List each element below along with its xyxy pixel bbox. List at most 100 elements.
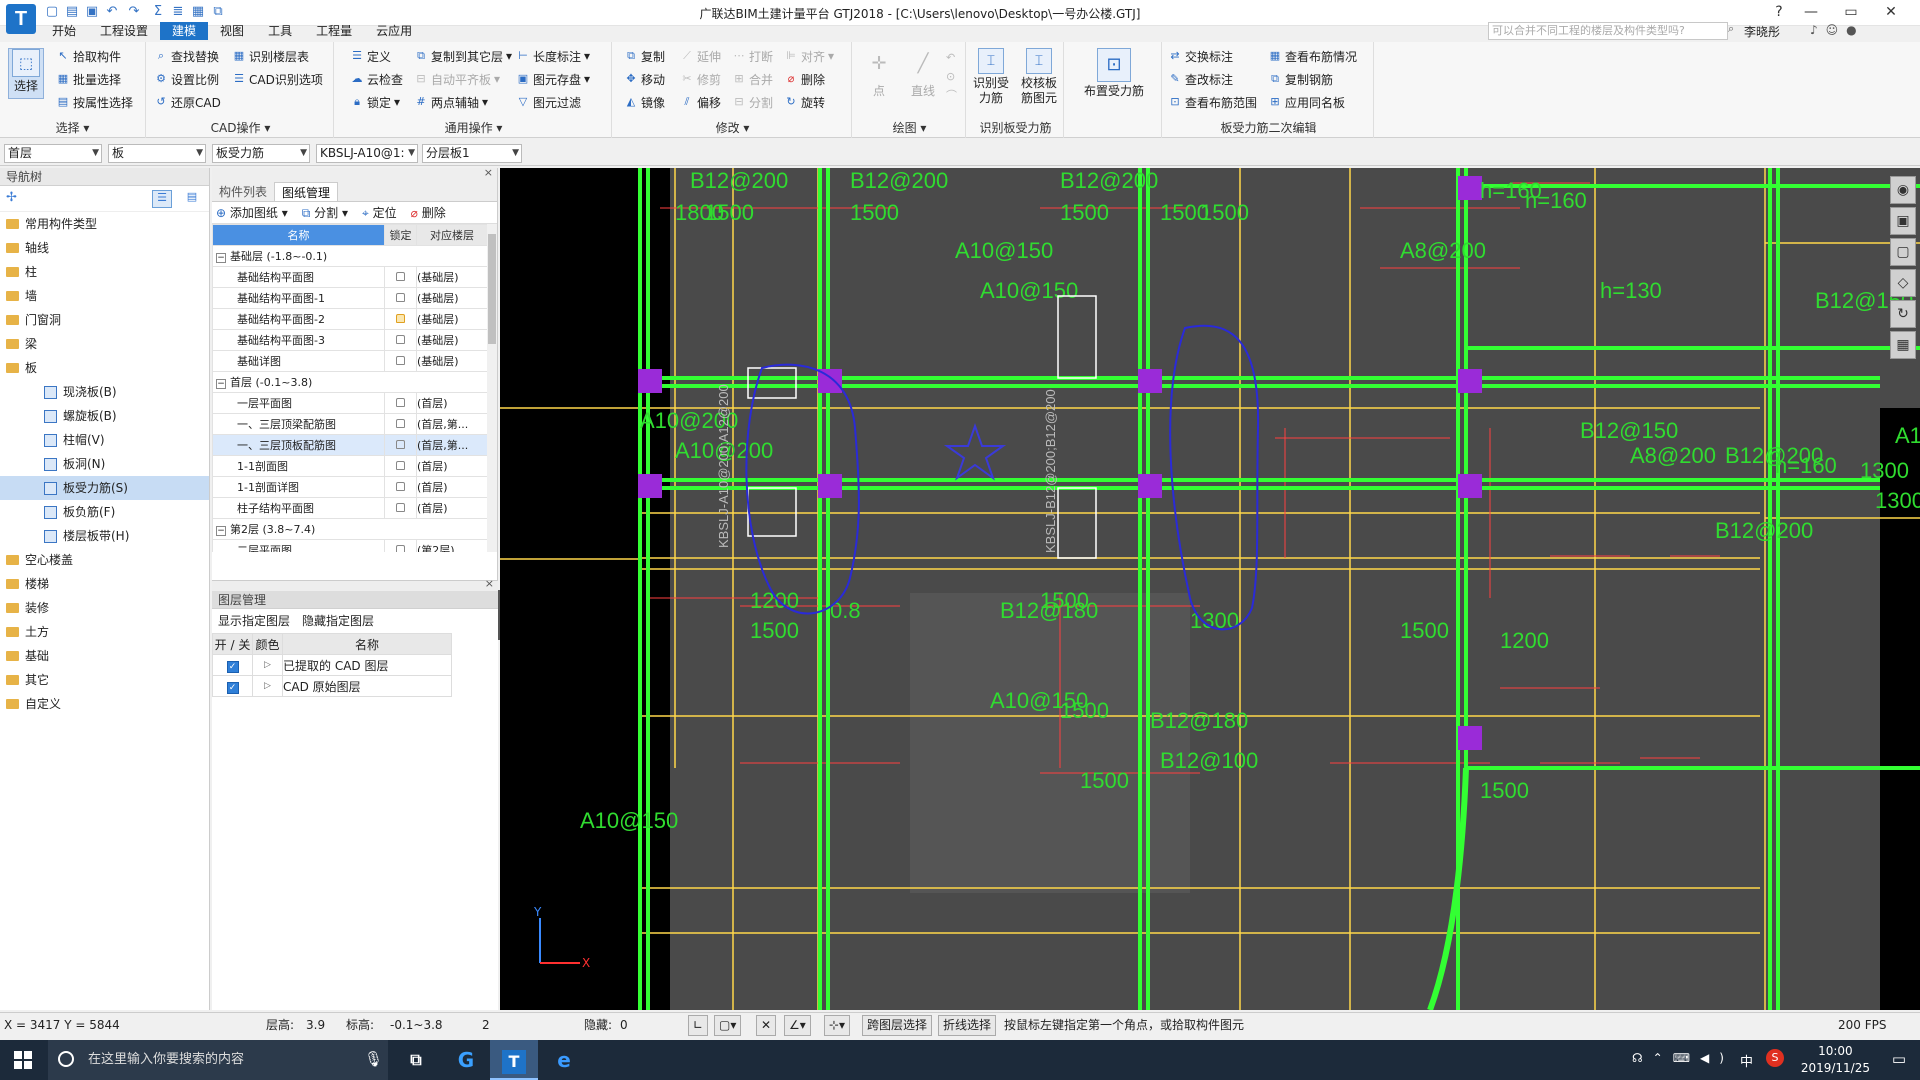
view-cube-icon[interactable]: ▣ xyxy=(1890,207,1916,235)
cloud-check-button[interactable]: ☁ 云检查 xyxy=(350,70,404,88)
sogou-icon[interactable]: S xyxy=(1766,1049,1784,1067)
col-color[interactable]: 颜色 xyxy=(252,633,283,655)
drawing-group-row[interactable]: − 首层 (-0.1~3.8) xyxy=(212,371,488,393)
edge-browser-icon[interactable]: e xyxy=(540,1040,588,1080)
view-status-button[interactable]: ▦ 查看布筋情况 xyxy=(1268,47,1357,65)
nav-folder[interactable]: 墙 xyxy=(0,284,209,308)
drawing-row[interactable]: 基础详图 (基础层) xyxy=(212,350,488,372)
length-dim-button[interactable]: ⊢ 长度标注 ▾ xyxy=(516,47,590,65)
menu-project-settings[interactable]: 工程设置 xyxy=(88,22,160,40)
locate-button[interactable]: ⌖ 定位 xyxy=(362,204,397,221)
redo-icon[interactable]: ↷ xyxy=(126,4,142,20)
notification-icons[interactable]: ♪☺● xyxy=(1810,23,1865,37)
restore-button[interactable]: ▭ xyxy=(1836,2,1866,22)
lock-icon[interactable] xyxy=(396,439,405,449)
nav-folder[interactable]: 自定义 xyxy=(0,692,209,716)
lock-icon[interactable] xyxy=(396,502,405,512)
find-replace-button[interactable]: ⌕ 查找替换 xyxy=(154,47,221,65)
collapse-icon[interactable]: − xyxy=(216,379,226,389)
nav-item[interactable]: 柱帽(V) xyxy=(0,428,209,452)
tab-drawing-management[interactable]: 图纸管理 xyxy=(274,182,339,201)
new-file-icon[interactable]: ▢ xyxy=(44,4,60,20)
floor-select[interactable]: 首层 ▼ xyxy=(4,144,102,163)
lock-icon[interactable] xyxy=(396,334,405,344)
split-drawing-button[interactable]: ⧉ 分割 ▾ xyxy=(302,204,348,221)
align-button[interactable]: ⊫ 对齐 ▾ xyxy=(784,47,834,65)
view-iso-icon[interactable]: ◇ xyxy=(1890,269,1916,297)
copy-button[interactable]: ⧉ 复制 xyxy=(624,47,665,65)
pin-icon[interactable]: ✢ xyxy=(6,190,17,205)
draw-line-button[interactable]: ╱ 直线 xyxy=(906,48,940,99)
undo-icon[interactable]: ↶ xyxy=(104,4,120,20)
menu-view[interactable]: 视图 xyxy=(208,22,256,40)
col-layer-name[interactable]: 名称 xyxy=(282,633,452,655)
show-layer-button[interactable]: 显示指定图层 xyxy=(218,609,290,633)
layers-icon[interactable]: ≣ xyxy=(170,4,186,20)
menu-cloud[interactable]: 云应用 xyxy=(364,22,424,40)
windows-start-icon[interactable] xyxy=(14,1051,32,1069)
col-lock[interactable]: 锁定 xyxy=(384,224,417,246)
drawing-row[interactable]: 一层平面图 (首层) xyxy=(212,392,488,414)
sum-icon[interactable]: Σ xyxy=(150,4,166,20)
nav-folder[interactable]: 空心楼盖 xyxy=(0,548,209,572)
view-range-button[interactable]: ⊡ 查看布筋范围 xyxy=(1168,93,1257,111)
drawing-row[interactable]: 一、三层顶梁配筋图 (首层,第... xyxy=(212,413,488,435)
help-search-input[interactable]: 可以合并不同工程的楼层及构件类型吗? xyxy=(1488,22,1728,40)
help-icon[interactable]: ? xyxy=(1764,2,1794,22)
lock-icon[interactable] xyxy=(396,292,405,302)
nav-folder[interactable]: 楼梯 xyxy=(0,572,209,596)
layer-row[interactable]: ✓ ▷ CAD 原始图层 xyxy=(212,675,452,697)
tray-icons[interactable]: ☊⌃⌨◀) xyxy=(1632,1051,1734,1065)
expand-icon[interactable]: ▷ xyxy=(252,654,283,676)
nav-folder[interactable]: 梁 xyxy=(0,332,209,356)
user-name[interactable]: 李晓彤 xyxy=(1744,23,1780,40)
cad-canvas[interactable]: B12@200 B12@200 B12@200 1500 1800 1500 1500 150… xyxy=(500,168,1920,1010)
lock-icon[interactable] xyxy=(396,355,405,365)
drawing-row[interactable]: 柱子结构平面图 (首层) xyxy=(212,497,488,519)
break-button[interactable]: ⋯ 打断 xyxy=(732,47,774,65)
ortho-icon[interactable]: ∟ xyxy=(688,1015,709,1036)
grid-icon[interactable]: ▦ xyxy=(190,4,206,20)
notification-center-icon[interactable]: ▭ xyxy=(1892,1050,1906,1068)
category-select[interactable]: 板 ▼ xyxy=(108,144,206,163)
drawing-row[interactable]: 基础结构平面图 (基础层) xyxy=(212,266,488,288)
recognize-rebar-button[interactable]: ⌶ 识别受力筋 xyxy=(970,48,1012,106)
drawing-row[interactable]: 一、三层顶板配筋图 (首层,第... xyxy=(212,434,488,456)
dynamic-icon[interactable]: ⊹▾ xyxy=(824,1015,851,1036)
snap-icon[interactable]: ▢▾ xyxy=(714,1015,742,1036)
add-drawing-button[interactable]: ⊕ 添加图纸 ▾ xyxy=(216,204,288,221)
nav-item[interactable]: 板洞(N) xyxy=(0,452,209,476)
nav-item[interactable]: 板负筋(F) xyxy=(0,500,209,524)
cross-icon[interactable]: ✕ xyxy=(756,1015,777,1036)
two-point-axis-button[interactable]: # 两点辅轴 ▾ xyxy=(414,93,512,111)
scrollbar[interactable] xyxy=(487,224,497,552)
extend-button[interactable]: ⟋ 延伸 xyxy=(680,47,721,65)
draw-extra-icons[interactable]: ↶ ⊙ ⌒ xyxy=(946,48,957,105)
element-filter-button[interactable]: ▽ 图元过滤 xyxy=(516,93,590,111)
search-icon[interactable]: ⌕ xyxy=(1728,22,1742,36)
element-store-button[interactable]: ▣ 图元存盘 ▾ xyxy=(516,70,590,88)
offset-button[interactable]: ⫽ 偏移 xyxy=(680,93,721,111)
open-folder-icon[interactable]: ▤ xyxy=(64,4,80,20)
trim-button[interactable]: ✂ 修剪 xyxy=(680,70,721,88)
layer-checkbox[interactable]: ✓ xyxy=(226,660,239,673)
split-button[interactable]: ⊟ 分割 xyxy=(732,93,773,111)
lock-icon[interactable] xyxy=(396,481,405,491)
layer-checkbox[interactable]: ✓ xyxy=(226,681,239,694)
nav-item[interactable]: 楼层板带(H) xyxy=(0,524,209,548)
draw-point-button[interactable]: ✛ 点 xyxy=(862,48,896,99)
gtj-app-icon[interactable]: T xyxy=(490,1040,538,1080)
drawing-row[interactable]: 基础结构平面图-1 (基础层) xyxy=(212,287,488,309)
check-rebar-button[interactable]: ⌶ 校核板筋图元 xyxy=(1016,48,1062,106)
taskbar-clock[interactable]: 10:00 2019/11/25 xyxy=(1801,1043,1870,1077)
copy-to-floor-button[interactable]: ⧉ 复制到其它层 ▾ xyxy=(414,47,512,65)
merge-button[interactable]: ⊞ 合并 xyxy=(732,70,773,88)
mirror-button[interactable]: ◭ 镜像 xyxy=(624,93,665,111)
select-button[interactable]: ⬚ 选择 xyxy=(8,48,44,99)
drawing-row[interactable]: 基础结构平面图-3 (基础层) xyxy=(212,329,488,351)
select-by-attr-button[interactable]: ▤ 按属性选择 xyxy=(56,93,133,111)
minimize-button[interactable]: — xyxy=(1796,2,1826,22)
type-select[interactable]: 板受力筋 ▼ xyxy=(212,144,310,163)
batch-select-button[interactable]: ▦ 批量选择 xyxy=(56,70,133,88)
recognize-floor-table-button[interactable]: ▦ 识别楼层表 xyxy=(232,47,323,65)
